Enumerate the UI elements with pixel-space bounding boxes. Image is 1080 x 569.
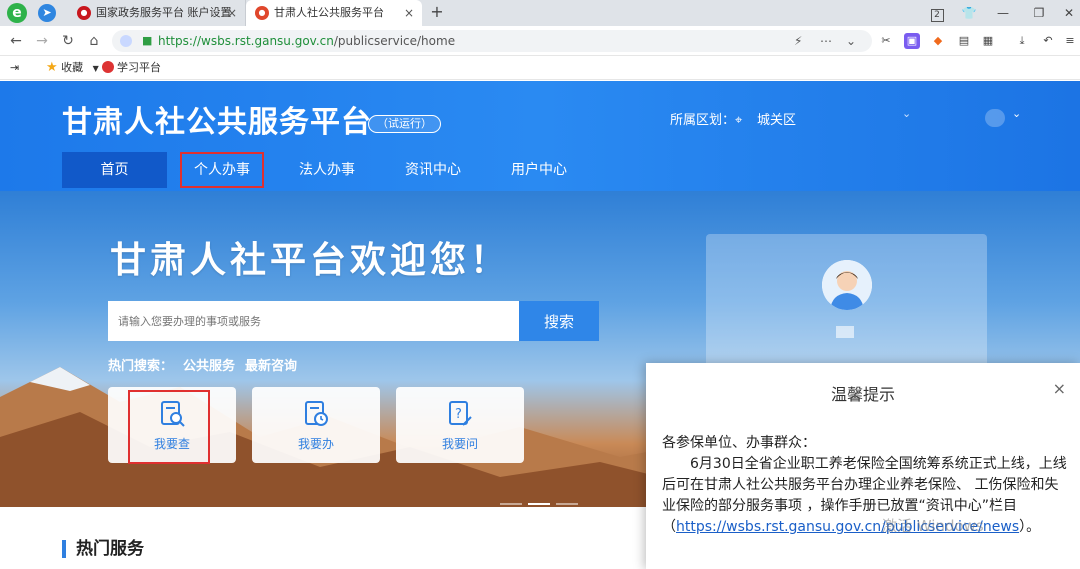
shirt-icon[interactable]: 👕 (958, 3, 980, 23)
security-shield-icon (120, 35, 132, 47)
forward-icon[interactable]: → (32, 31, 52, 51)
region-value[interactable]: 城关区 (757, 109, 796, 128)
location-pin-icon: ⌖ (735, 113, 743, 128)
address-bar: ← → ↻ ⌂ ■ https://wsbs.rst.gansu.gov.cn/… (0, 26, 1080, 56)
region-dropdown-icon[interactable]: ⌄ (902, 107, 911, 120)
browser-logo-icon[interactable]: e (7, 3, 27, 23)
tab-gansu-platform[interactable]: ● 甘肃人社公共服务平台 × (246, 0, 422, 26)
download-icon[interactable]: ⤓ (1014, 33, 1030, 49)
chevron-down-icon[interactable]: ⌄ (846, 30, 856, 52)
close-window-icon[interactable]: ✕ (1058, 3, 1080, 23)
undo-icon[interactable]: ↶ (1040, 33, 1056, 49)
sidebar-toggle-icon[interactable]: ⇥ (10, 56, 19, 80)
reload-icon[interactable]: ↻ (58, 31, 78, 51)
more-icon[interactable]: ⋯ (820, 30, 832, 52)
question-document-icon: ? (449, 401, 472, 426)
carousel-dot[interactable] (500, 503, 522, 505)
modal-body: 各参保单位、办事群众： 6月30日全省企业职工养老保险全国统筹系统正式上线，上线… (662, 433, 1068, 538)
tab-gov-account[interactable]: ● 国家政务服务平台 账户设置 × (68, 0, 246, 26)
pinned-tab-icon[interactable]: ➤ (38, 4, 56, 22)
trial-badge: （试运行） (368, 115, 441, 133)
hot-search-latest-consult[interactable]: 最新咨询 (245, 359, 297, 374)
bookmarks-bar: ⇥ ★ 收藏 ▼ 学习平台 (0, 56, 1080, 80)
search-button[interactable]: 搜索 (519, 301, 599, 341)
restore-icon[interactable]: ❐ (1028, 3, 1050, 23)
carousel-dot[interactable] (556, 503, 578, 505)
menu-icon[interactable]: ≡ (1062, 33, 1078, 49)
bookmark-study-platform[interactable]: 学习平台 (102, 56, 161, 80)
lightning-icon[interactable]: ⚡ (794, 30, 802, 52)
hot-services-title: 热门服务 (62, 540, 144, 558)
caret-down-icon: ▼ (92, 64, 99, 73)
login-placeholder (836, 326, 854, 338)
quick-handle-label: 我要办 (297, 437, 334, 451)
site-title: 甘肃人社公共服务平台 (62, 105, 372, 140)
quick-ask-label: 我要问 (441, 437, 478, 451)
home-icon[interactable]: ⌂ (84, 31, 104, 51)
hot-search-public-service[interactable]: 公共服务 (183, 359, 235, 374)
minimize-icon[interactable]: — (992, 3, 1014, 23)
svg-text:?: ? (455, 407, 462, 422)
url-host: https://wsbs.rst.gansu.gov.cn (158, 34, 334, 48)
news-link[interactable]: https://wsbs.rst.gansu.gov.cn/publicserv… (676, 519, 1019, 535)
quick-ask-card[interactable]: ? 我要问 (396, 387, 524, 463)
avatar[interactable] (822, 260, 872, 310)
back-icon[interactable]: ← (6, 31, 26, 51)
hot-search: 热门搜索： 公共服务 最新咨询 (108, 355, 307, 374)
apps-grid-icon[interactable]: ▦ (980, 33, 996, 49)
hot-search-label: 热门搜索： (108, 359, 174, 374)
scissors-icon[interactable]: ✂ (878, 33, 894, 49)
gov-emblem-icon: ● (77, 6, 91, 20)
lock-icon: ■ (142, 34, 153, 47)
tab-close-icon[interactable]: × (404, 0, 414, 26)
user-dropdown-icon[interactable]: ⌄ (1012, 107, 1021, 120)
site-favicon-icon: ● (255, 6, 269, 20)
user-avatar-icon (822, 260, 872, 310)
star-icon: ★ (46, 60, 58, 75)
query-highlight-box (128, 390, 210, 464)
search-input[interactable] (108, 301, 519, 341)
tab-close-icon[interactable]: × (227, 0, 237, 26)
quick-handle-card[interactable]: 我要办 (252, 387, 380, 463)
notice-modal: 温馨提示 × 各参保单位、办事群众： 6月30日全省企业职工养老保险全国统筹系统… (646, 363, 1080, 569)
region-label: 所属区划：⌖ (670, 113, 743, 128)
tab-title: 国家政务服务平台 账户设置 (96, 6, 232, 19)
nav-news[interactable]: 资讯中心 (388, 152, 478, 188)
url-path: /publicservice/home (333, 34, 456, 48)
nav-user-center[interactable]: 用户中心 (494, 152, 584, 188)
tab-count-icon[interactable]: 2 (926, 3, 948, 23)
bookmark-favorites[interactable]: ★ 收藏 ▼ (46, 56, 99, 81)
clock-document-icon (305, 401, 328, 426)
modal-tail: ）。 (1019, 519, 1041, 535)
nav-personal[interactable]: 个人办事 (180, 152, 264, 188)
browser-tabbar: e ➤ ● 国家政务服务平台 账户设置 × ● 甘肃人社公共服务平台 × + 2… (0, 0, 1080, 26)
nav-home[interactable]: 首页 (62, 152, 167, 188)
welcome-heading: 甘肃人社平台欢迎您！ (110, 240, 511, 281)
new-tab-button[interactable]: + (428, 2, 446, 22)
study-platform-icon (102, 61, 114, 73)
modal-greeting: 各参保单位、办事群众： (662, 435, 816, 451)
site-header: 甘肃人社公共服务平台 （试运行） 所属区划：⌖ 城关区 ⌄ ⌄ 首页 个人办事 … (0, 81, 1080, 191)
tab-title: 甘肃人社公共服务平台 (274, 6, 384, 19)
gamepad-icon[interactable]: ◆ (930, 33, 946, 49)
nav-corporate[interactable]: 法人办事 (282, 152, 372, 188)
carousel-dots (500, 494, 584, 507)
url-field[interactable]: ■ https://wsbs.rst.gansu.gov.cn/publicse… (112, 30, 872, 52)
extension-purple-icon[interactable]: ▣ (904, 33, 920, 49)
user-avatar[interactable] (985, 109, 1005, 127)
carousel-dot-active[interactable] (528, 503, 550, 505)
modal-title: 温馨提示 (830, 385, 895, 404)
close-icon[interactable]: × (1053, 379, 1066, 398)
reader-icon[interactable]: ▤ (956, 33, 972, 49)
